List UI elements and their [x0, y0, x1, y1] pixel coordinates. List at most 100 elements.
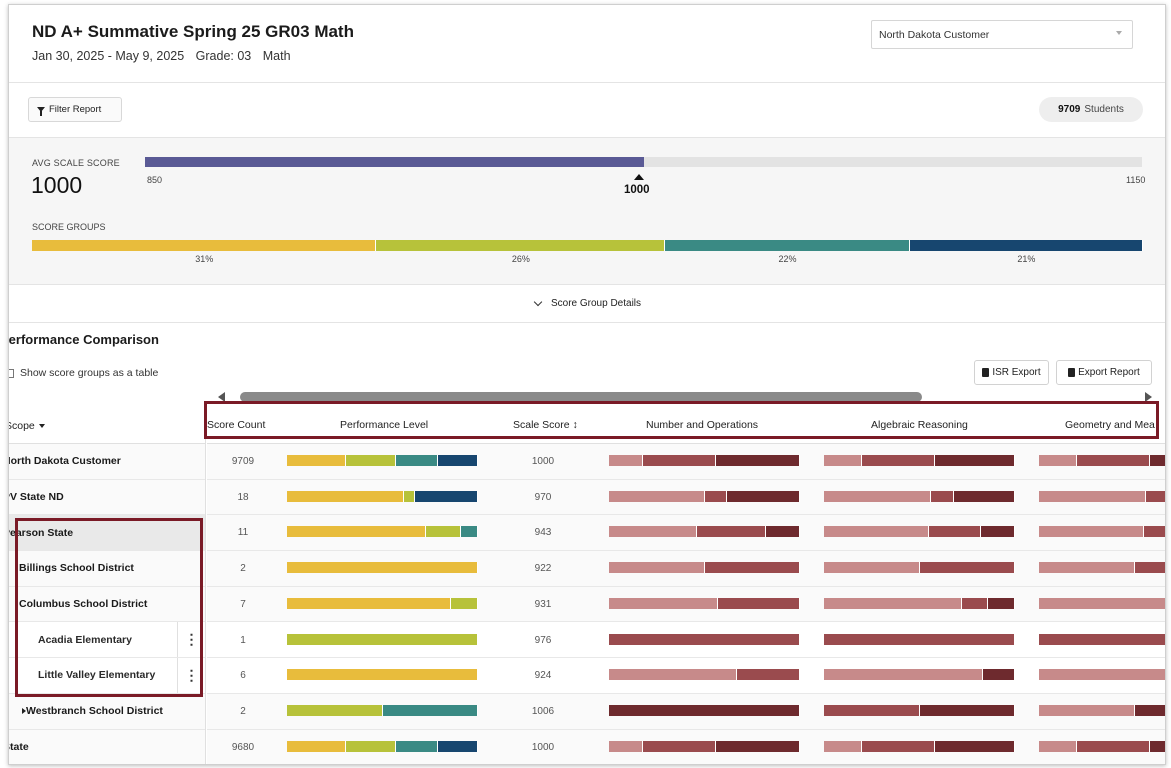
student-count: 9709	[1058, 104, 1081, 115]
score-count-cell: 18	[237, 491, 249, 503]
standard-segment	[824, 455, 863, 466]
table-row[interactable]: 18 970	[207, 479, 1165, 516]
standard-segment	[862, 740, 935, 752]
standard-segment	[934, 455, 1015, 466]
standard-segment	[765, 526, 800, 538]
column-performance-level[interactable]: Performance Level	[340, 419, 428, 431]
standard-segment	[1039, 633, 1165, 645]
table-row[interactable]: 9680 1000	[207, 729, 1165, 764]
score-count-cell: 9709	[231, 456, 255, 467]
standard-segment	[715, 455, 800, 466]
column-score-count[interactable]: Score Count	[207, 419, 265, 431]
number-operations-bar	[609, 455, 800, 466]
standard-segment	[953, 490, 1015, 502]
organization-select-value: North Dakota Customer	[879, 29, 990, 41]
standard-segment	[1039, 562, 1135, 574]
standard-segment	[1039, 526, 1145, 538]
table-row[interactable]: 6 924	[207, 658, 1165, 694]
number-operations-bar	[609, 597, 800, 609]
score-group-details-toggle[interactable]: Score Group Details	[9, 285, 1165, 323]
column-algebraic-reasoning[interactable]: Algebraic Reasoning	[871, 419, 968, 431]
column-scale-score[interactable]: Scale Score ↕	[513, 419, 578, 431]
score-group-segment	[376, 240, 666, 251]
isr-export-button[interactable]: ISR Export	[974, 360, 1049, 385]
organization-select[interactable]: North Dakota Customer	[871, 20, 1133, 49]
more-options-icon[interactable]: ⋮	[177, 622, 205, 658]
performance-level-segment	[395, 740, 438, 752]
table-row[interactable]: 2 922	[207, 551, 1165, 587]
scope-header[interactable]: Scope	[9, 408, 205, 444]
scope-row[interactable]: Little Valley Elementary ⋮	[9, 658, 205, 694]
table-row[interactable]: 7 931	[207, 586, 1165, 623]
performance-level-segment	[437, 740, 478, 752]
scope-row[interactable]: Acadia Elementary ⋮	[9, 622, 205, 659]
table-row[interactable]: 2 1006	[207, 693, 1165, 730]
performance-level-bar	[287, 526, 478, 538]
scope-row[interactable]: Columbus School District	[9, 586, 205, 623]
algebraic-reasoning-bar	[824, 669, 1015, 681]
number-operations-bar	[609, 490, 800, 502]
standard-segment	[824, 633, 1015, 645]
standard-segment	[727, 490, 800, 502]
scope-row[interactable]: State	[9, 729, 205, 764]
table-row[interactable]: 1 976	[207, 622, 1165, 659]
table-row[interactable]: 9709 1000	[207, 444, 1165, 480]
performance-level-bar	[287, 490, 478, 502]
number-operations-bar	[609, 740, 800, 752]
geometry-measurement-bar	[1039, 740, 1165, 752]
filter-bar: Filter Report 9709 Students	[9, 83, 1165, 138]
checkbox[interactable]	[9, 368, 14, 378]
scope-row[interactable]: North Dakota Customer	[9, 444, 205, 480]
standard-segment	[1039, 704, 1135, 716]
horizontal-scrollbar[interactable]	[214, 390, 1165, 404]
standard-segment	[704, 562, 800, 574]
standard-segment	[609, 740, 644, 752]
column-number-operations[interactable]: Number and Operations	[646, 419, 758, 431]
scope-header-label: Scope	[9, 419, 35, 432]
scope-row[interactable]: Billings School District	[9, 551, 205, 587]
standard-segment	[609, 562, 705, 574]
export-report-button[interactable]: Export Report	[1056, 360, 1152, 385]
standard-segment	[704, 490, 728, 502]
scope-row[interactable]: PV State ND	[9, 479, 205, 516]
table-row[interactable]: 11 943	[207, 515, 1165, 552]
report-frame: ND A+ Summative Spring 25 GR03 Math Jan …	[8, 4, 1166, 765]
filter-report-button[interactable]: Filter Report	[28, 97, 122, 122]
performance-level-segment	[287, 704, 383, 716]
scope-row[interactable]: Pearson State	[8, 515, 205, 552]
performance-level-segment	[346, 455, 396, 466]
scale-score-cell: 970	[534, 491, 552, 503]
scroll-left-icon[interactable]	[218, 392, 225, 402]
scrollbar-thumb[interactable]	[240, 392, 922, 402]
standard-segment	[736, 669, 800, 681]
standard-segment	[824, 490, 931, 502]
performance-comparison-title: Performance Comparison	[8, 332, 159, 347]
performance-level-segment	[395, 455, 438, 466]
more-options-icon[interactable]: ⋮	[177, 658, 205, 693]
standard-segment	[696, 526, 766, 538]
comparison-table: Scope North Dakota Customer PV State ND Pe…	[8, 408, 1165, 764]
score-groups-bar	[32, 240, 1143, 251]
score-group-segment	[665, 240, 910, 251]
scope-row[interactable]: Westbranch School District	[9, 693, 205, 730]
performance-level-bar	[287, 562, 478, 574]
score-group-percent: 22%	[778, 254, 797, 264]
show-score-groups-table-toggle[interactable]: Show score groups as a table	[9, 367, 158, 379]
grade-label: Grade: 03	[195, 49, 252, 63]
standard-segment	[609, 455, 644, 466]
standard-segment	[609, 597, 718, 609]
scope-row-label: Pearson State	[8, 526, 74, 539]
report-header: ND A+ Summative Spring 25 GR03 Math Jan …	[9, 5, 1165, 83]
score-count-cell: 6	[240, 670, 246, 682]
performance-level-segment	[287, 597, 452, 609]
scroll-right-icon[interactable]	[1145, 392, 1152, 402]
chevron-down-icon	[1116, 31, 1122, 35]
score-group-segment	[909, 240, 1143, 251]
performance-level-segment	[403, 490, 415, 502]
standard-segment	[929, 526, 981, 538]
performance-level-bar	[287, 597, 478, 609]
column-geometry-measurement[interactable]: Geometry and Mea	[1065, 419, 1155, 431]
performance-level-bar	[287, 704, 478, 716]
filter-icon	[37, 107, 45, 116]
scale-score-cell: 924	[534, 670, 552, 682]
